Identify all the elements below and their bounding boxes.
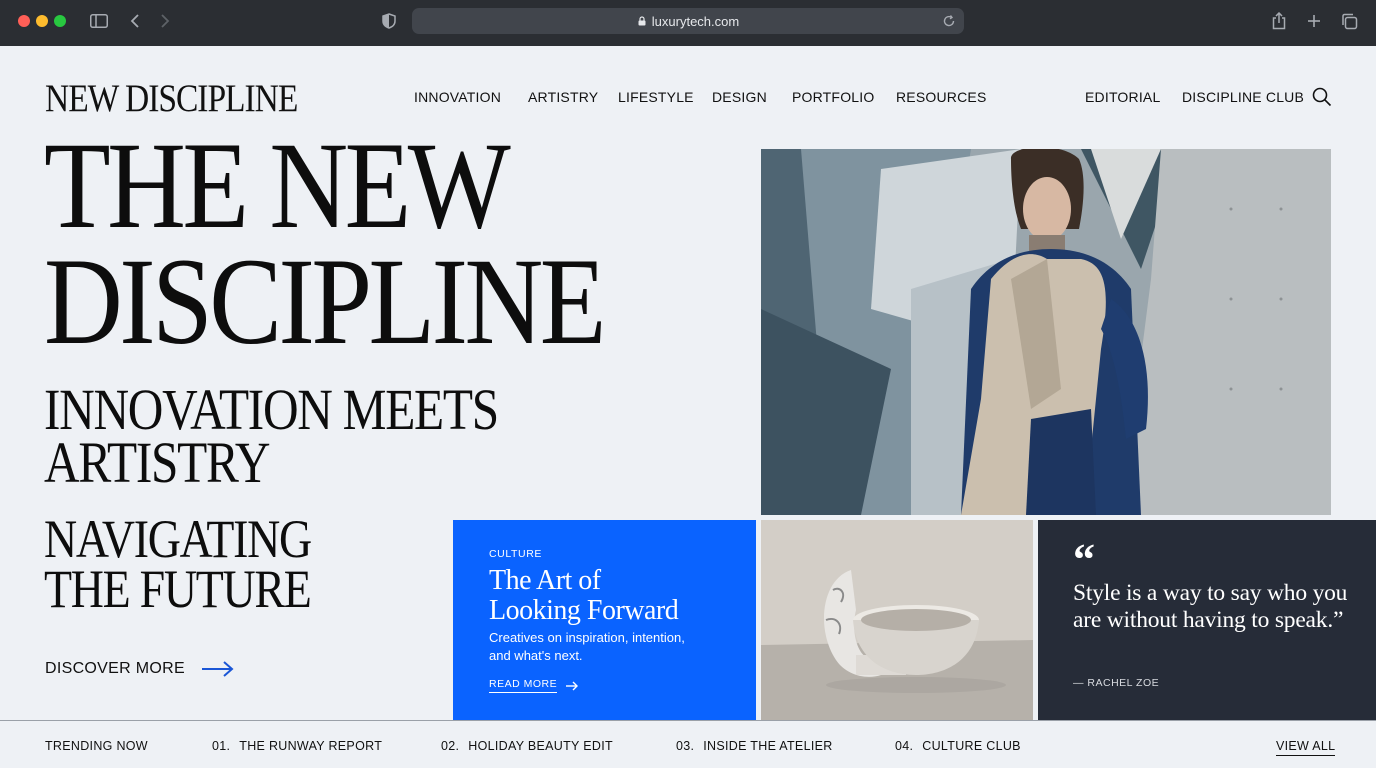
trending-bar: TRENDING NOW 01. THE RUNWAY REPORT 02. HOL… (0, 720, 1376, 768)
quote-mark-icon: “ (1073, 535, 1095, 584)
feature-title-line-2: Looking Forward (489, 595, 679, 626)
hero-line-2: DISCIPLINE (44, 233, 606, 370)
sculpture-image[interactable] (761, 520, 1033, 720)
hero-tagline: NAVIGATING THE FUTURE (44, 509, 312, 619)
feature-category: CULTURE (489, 548, 543, 560)
browser-toolbar: luxurytech.com (0, 0, 1376, 46)
quote-text: Style is a way to say who you are withou… (1073, 580, 1348, 633)
maximize-window-button[interactable] (54, 15, 66, 27)
read-more-link[interactable]: READ MORE (489, 678, 579, 693)
trending-item[interactable]: 03. INSIDE THE ATELIER (676, 739, 833, 753)
nav-design[interactable]: DESIGN (712, 89, 767, 105)
hero-headline: THE NEW DISCIPLINE (44, 117, 606, 370)
trending-item[interactable]: 04. CULTURE CLUB (895, 739, 1021, 753)
read-more-label: READ MORE (489, 678, 558, 693)
forward-icon[interactable] (155, 11, 175, 31)
hero-tagline-line-2: THE FUTURE (44, 559, 312, 619)
feature-title-line-1: The Art of (489, 565, 601, 596)
feature-title: The Art of Looking Forward (489, 565, 679, 626)
lock-icon (638, 16, 646, 26)
back-icon[interactable] (125, 11, 145, 31)
trending-item[interactable]: 01. THE RUNWAY REPORT (212, 739, 382, 753)
quote-author: — RACHEL ZOE (1073, 677, 1160, 689)
hero-sub-line-2: ARTISTRY (44, 430, 270, 495)
arrow-right-icon (566, 681, 579, 690)
trending-item-title: THE RUNWAY REPORT (239, 739, 383, 753)
trending-item-title: CULTURE CLUB (922, 739, 1021, 753)
trending-item-number: 04. (895, 739, 914, 753)
trending-item-number: 03. (676, 739, 695, 753)
hero-line-1: THE NEW (44, 117, 511, 254)
feature-description: Creatives on inspiration, intention, and… (489, 630, 685, 663)
trending-item-number: 01. (212, 739, 231, 753)
minimize-window-button[interactable] (36, 15, 48, 27)
nav-innovation[interactable]: INNOVATION (414, 89, 501, 105)
hero-subheading: INNOVATION MEETS ARTISTRY (44, 377, 499, 495)
nav-lifestyle[interactable]: LIFESTYLE (618, 89, 694, 105)
hero-tagline-line-1: NAVIGATING (44, 509, 312, 569)
nav-portfolio[interactable]: PORTFOLIO (792, 89, 874, 105)
url-text: luxurytech.com (651, 13, 740, 29)
reload-icon[interactable] (940, 12, 958, 30)
nav-editorial[interactable]: EDITORIAL (1085, 89, 1160, 105)
quote-card: “ Style is a way to say who you are with… (1038, 520, 1376, 720)
trending-label: TRENDING NOW (45, 739, 148, 753)
search-icon[interactable] (1311, 86, 1333, 108)
trending-item[interactable]: 02. HOLIDAY BEAUTY EDIT (441, 739, 613, 753)
site-logo[interactable]: NEW DISCIPLINE (45, 76, 298, 121)
tab-overview-icon[interactable] (1339, 11, 1359, 31)
new-tab-icon[interactable] (1304, 11, 1324, 31)
trending-item-title: HOLIDAY BEAUTY EDIT (468, 739, 613, 753)
nav-discipline-club[interactable]: DISCIPLINE CLUB (1182, 89, 1304, 105)
address-bar[interactable]: luxurytech.com (412, 8, 964, 34)
feature-card[interactable]: CULTURE The Art of Looking Forward Creat… (453, 520, 756, 720)
trending-item-title: INSIDE THE ATELIER (703, 739, 833, 753)
nav-artistry[interactable]: ARTISTRY (528, 89, 598, 105)
view-all-link[interactable]: VIEW ALL (1276, 739, 1336, 756)
discover-more-label: DISCOVER MORE (45, 660, 185, 677)
hero-sub-line-1: INNOVATION MEETS (44, 377, 499, 442)
nav-resources[interactable]: RESOURCES (896, 89, 986, 105)
shield-icon[interactable] (379, 11, 399, 31)
share-icon[interactable] (1269, 11, 1289, 31)
sidebar-toggle-icon[interactable] (89, 11, 109, 31)
close-window-button[interactable] (18, 15, 30, 27)
hero-fashion-image[interactable] (761, 149, 1331, 515)
discover-more-link[interactable]: DISCOVER MORE (45, 660, 235, 678)
arrow-right-icon (201, 661, 234, 677)
trending-item-number: 02. (441, 739, 460, 753)
